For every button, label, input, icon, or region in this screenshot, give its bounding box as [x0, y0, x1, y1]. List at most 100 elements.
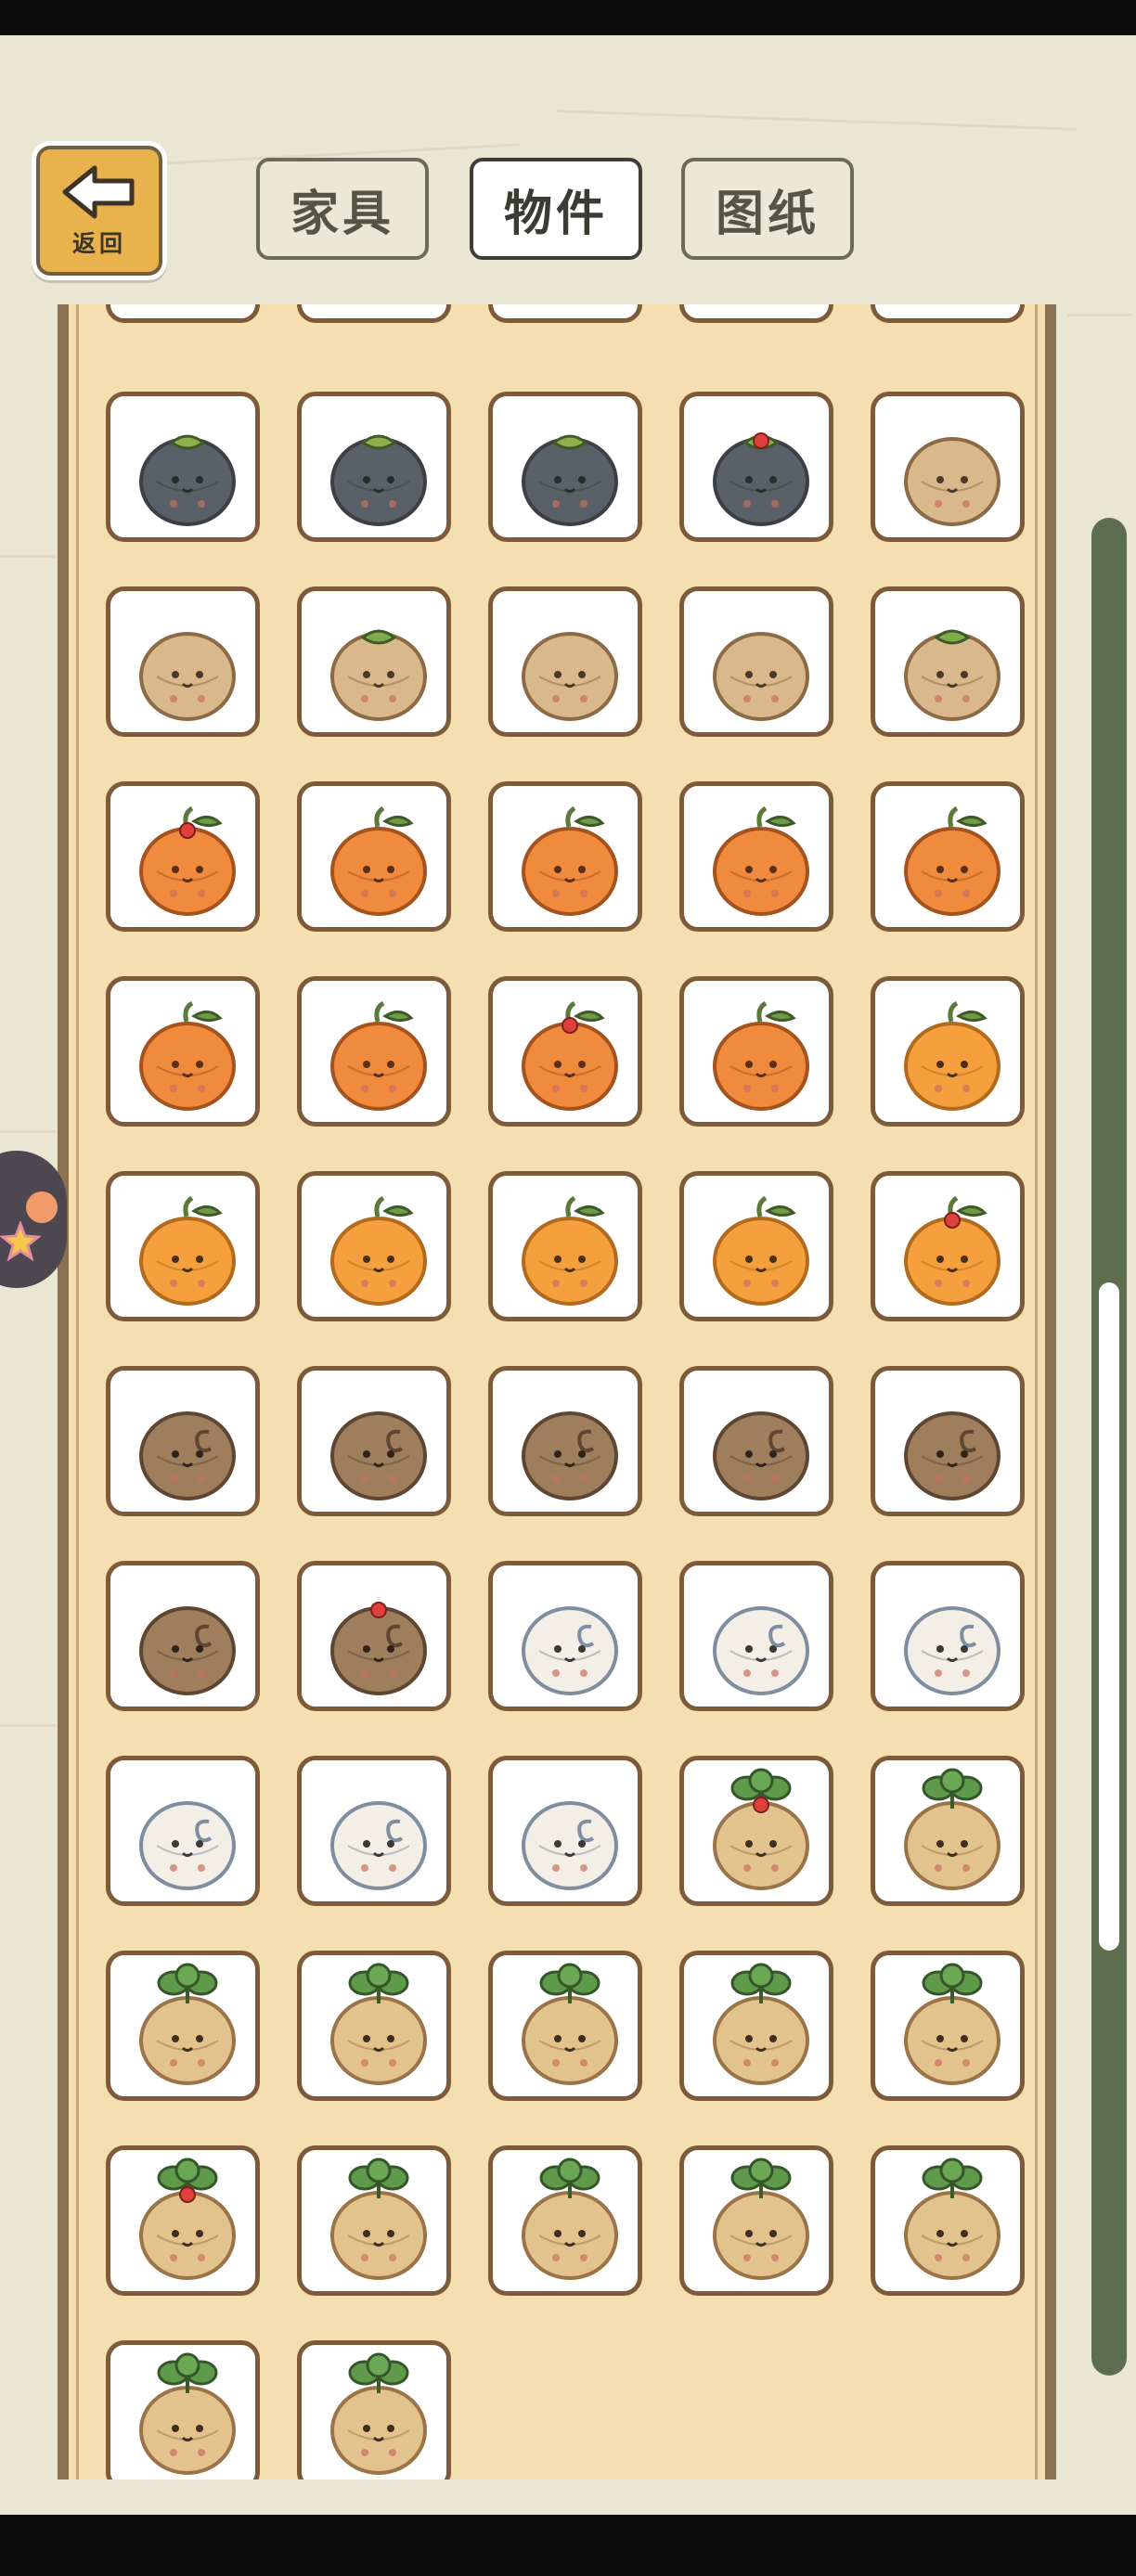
snail-character-icon: [713, 1411, 809, 1501]
grid-item[interactable]: [297, 392, 451, 542]
grid-item[interactable]: [488, 1561, 642, 1711]
background-wave: [1067, 314, 1132, 316]
pumpkin-character-icon: [139, 1000, 236, 1111]
grid-item[interactable]: [106, 1171, 260, 1321]
grid-item[interactable]: [106, 1561, 260, 1711]
grid-item[interactable]: [679, 1951, 833, 2101]
grid-item[interactable]: [871, 1561, 1025, 1711]
tab-furniture[interactable]: 家具: [256, 158, 429, 260]
grid-item-partial[interactable]: [106, 304, 260, 323]
grid-item[interactable]: [679, 976, 833, 1127]
pumpkin-character-icon: [713, 1000, 809, 1111]
grid-item[interactable]: [106, 1756, 260, 1906]
arrow-left-icon: [62, 165, 135, 219]
grid-item[interactable]: [679, 2145, 833, 2296]
grid-item[interactable]: [488, 1951, 642, 2101]
grid-item[interactable]: [871, 976, 1025, 1127]
grid-item[interactable]: [679, 392, 833, 542]
grid-item-partial[interactable]: [488, 304, 642, 323]
grid-item[interactable]: [297, 1366, 451, 1516]
grid-item[interactable]: [679, 1171, 833, 1321]
tab-furniture-label: 家具: [290, 186, 394, 242]
grid-item[interactable]: [488, 1366, 642, 1516]
gray-character-icon: [139, 434, 236, 526]
snail-white-character-icon: [330, 1801, 427, 1890]
snail-white-character-icon: [904, 1606, 1000, 1695]
grid-item[interactable]: [679, 1756, 833, 1906]
tab-objects[interactable]: 物件: [470, 158, 642, 260]
grid-item[interactable]: [297, 1951, 451, 2101]
grid-item-partial[interactable]: [297, 304, 451, 323]
grid-item[interactable]: [106, 586, 260, 737]
snail-white-character-icon: [522, 1801, 618, 1890]
grid-item[interactable]: [106, 1951, 260, 2101]
grid-item[interactable]: [871, 586, 1025, 737]
pumpkin-character-icon: [522, 805, 618, 916]
tab-blueprints[interactable]: 图纸: [681, 158, 854, 260]
grid-item[interactable]: [679, 1561, 833, 1711]
grid-item[interactable]: [871, 781, 1025, 932]
background-wave: [557, 109, 1077, 131]
grid-item[interactable]: [488, 392, 642, 542]
grid-item[interactable]: [488, 1171, 642, 1321]
background-wave: [0, 1130, 56, 1133]
sprout-character-icon: [904, 2157, 1000, 2280]
grid-item[interactable]: [297, 1171, 451, 1321]
grid-item[interactable]: [297, 1561, 451, 1711]
grid-item[interactable]: [871, 2145, 1025, 2296]
grid-item[interactable]: [297, 586, 451, 737]
grid-item[interactable]: [106, 2340, 260, 2479]
grid-item[interactable]: [871, 1171, 1025, 1321]
grid-item[interactable]: [871, 392, 1025, 542]
grid-item[interactable]: [106, 976, 260, 1127]
item-grid-panel: [58, 304, 1056, 2479]
scrollbar-thumb[interactable]: [1099, 1282, 1119, 1951]
grid-item[interactable]: [679, 781, 833, 932]
notification-dot: [26, 1191, 58, 1223]
snail-character-icon: [330, 1602, 427, 1695]
background-wave: [0, 555, 56, 558]
grid-item[interactable]: [106, 1366, 260, 1516]
sprout-character-icon: [139, 2157, 236, 2280]
tab-objects-label: 物件: [503, 186, 608, 242]
grid-item[interactable]: [871, 1756, 1025, 1906]
back-button-label: 返回: [71, 230, 126, 257]
sprout-character-icon: [522, 2157, 618, 2280]
pumpkin-character-icon: [330, 1000, 427, 1111]
grid-item-partial[interactable]: [871, 304, 1025, 323]
sprout-character-icon: [522, 1963, 618, 2085]
grid-item[interactable]: [679, 1366, 833, 1516]
grid-item[interactable]: [488, 2145, 642, 2296]
snail-white-character-icon: [139, 1801, 236, 1890]
grid-item[interactable]: [488, 586, 642, 737]
grid-item[interactable]: [297, 781, 451, 932]
back-button[interactable]: 返回: [32, 141, 167, 280]
sprout-character-icon: [139, 2352, 236, 2475]
tab-blueprints-label: 图纸: [715, 186, 820, 242]
grid-item[interactable]: [106, 392, 260, 542]
grid-item-partial[interactable]: [679, 304, 833, 323]
grid-item[interactable]: [871, 1951, 1025, 2101]
tan-character-icon: [330, 629, 427, 721]
tan-character-icon: [522, 632, 618, 721]
grid-item[interactable]: [297, 2145, 451, 2296]
grid-item[interactable]: [488, 976, 642, 1127]
tan-character-icon: [904, 629, 1000, 721]
grid-item[interactable]: [297, 1756, 451, 1906]
grid-item[interactable]: [297, 2340, 451, 2479]
grid-item[interactable]: [297, 976, 451, 1127]
snail-white-character-icon: [522, 1606, 618, 1695]
grid-item[interactable]: [488, 1756, 642, 1906]
grid-item[interactable]: [106, 2145, 260, 2296]
pumpkin-character-icon: [522, 1000, 618, 1111]
sprout-character-icon: [139, 1963, 236, 2085]
grid-item[interactable]: [106, 781, 260, 932]
grid-item[interactable]: [871, 1366, 1025, 1516]
pumpkin-character-icon: [139, 805, 236, 916]
grid-item[interactable]: [488, 781, 642, 932]
tan-character-icon: [139, 632, 236, 721]
pumpkin-character-icon: [904, 805, 1000, 916]
grid-item[interactable]: [679, 586, 833, 737]
sprout-character-icon: [330, 1963, 427, 2085]
sprout-character-icon: [713, 1963, 809, 2085]
